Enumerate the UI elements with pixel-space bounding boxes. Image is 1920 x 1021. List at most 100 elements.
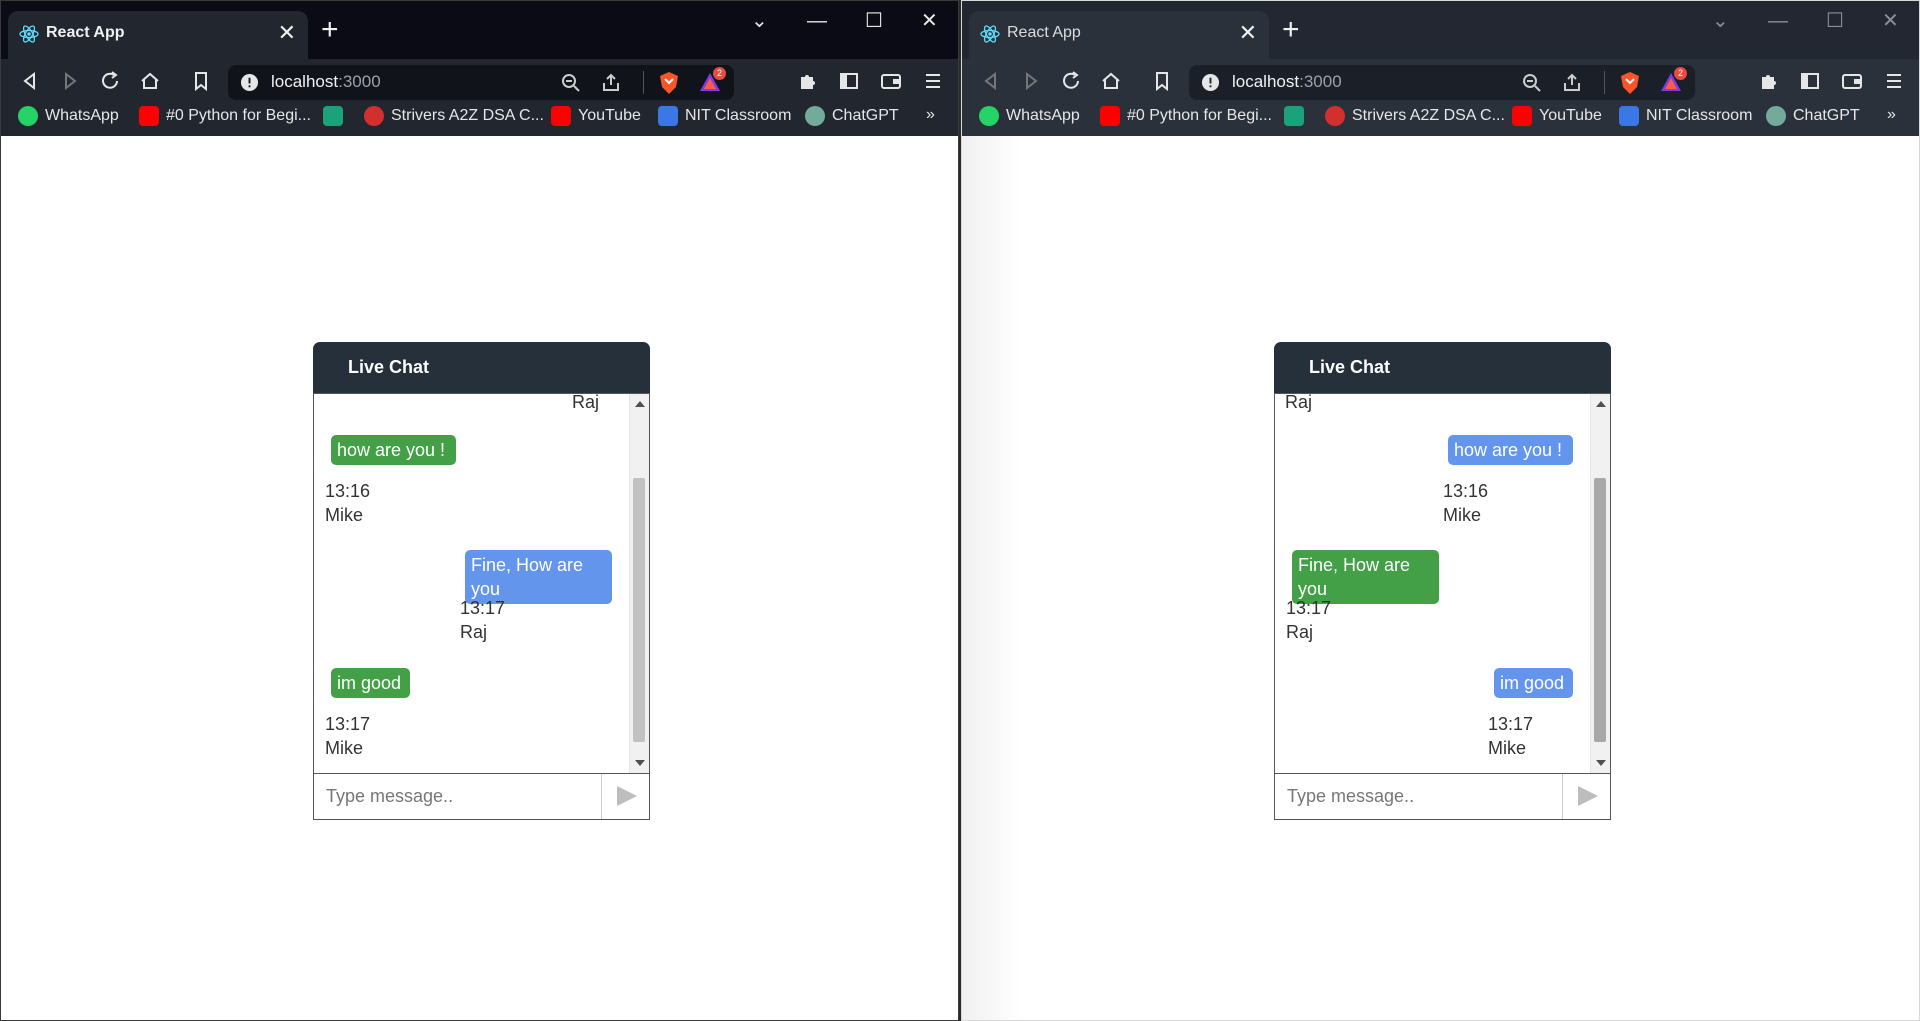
bookmark-whatsapp[interactable]: WhatsApp (18, 106, 119, 126)
brave-shields-icon[interactable] (1619, 71, 1641, 95)
scroll-down-icon[interactable] (1596, 760, 1606, 766)
message-input[interactable] (314, 774, 602, 819)
back-icon[interactable] (18, 69, 42, 93)
bookmarks-overflow-button[interactable]: » (1887, 106, 1896, 124)
menu-icon[interactable] (921, 69, 945, 93)
tab-search-chevron-icon[interactable]: ⌄ (751, 11, 768, 31)
site-info-icon[interactable] (1201, 73, 1220, 92)
send-icon[interactable] (617, 786, 637, 806)
bookmark-label: Strivers A2Z DSA C... (1352, 107, 1505, 125)
close-tab-icon[interactable]: ✕ (1239, 21, 1257, 45)
bookmark-nit-classroom[interactable]: NIT Classroom (1619, 106, 1752, 126)
extensions-icon[interactable] (1757, 69, 1781, 93)
tab-search-chevron-icon[interactable]: ⌄ (1712, 11, 1729, 31)
chatgpt-icon (805, 106, 825, 126)
chatgpt-icon (1766, 106, 1786, 126)
wallet-icon[interactable] (879, 69, 903, 93)
bookmarks-overflow-button[interactable]: » (926, 106, 935, 124)
message-sender: Raj (1286, 622, 1314, 642)
bookmark-extension[interactable] (1284, 106, 1311, 126)
bookmark-icon[interactable] (189, 69, 213, 93)
tab-react-app[interactable]: React App ✕ (969, 11, 1269, 59)
zoom-icon[interactable] (1522, 73, 1542, 93)
address-bar[interactable]: localhost:3000 2 (228, 65, 734, 100)
bookmark-label: WhatsApp (45, 107, 119, 125)
new-tab-button[interactable]: + (321, 15, 339, 45)
bookmark-youtube[interactable]: YouTube (551, 106, 641, 126)
minimize-button[interactable]: — (1768, 11, 1788, 31)
bookmark-label: YouTube (1539, 107, 1602, 125)
scrollbar-thumb[interactable] (1594, 478, 1606, 742)
live-chat-widget: Live Chat Raj how are you ! 13:16 Mike F… (1274, 342, 1611, 820)
reload-icon[interactable] (98, 69, 122, 93)
bookmark-youtube[interactable]: YouTube (1512, 106, 1602, 126)
message-sender: Raj (1285, 393, 1313, 412)
send-icon[interactable] (1578, 786, 1598, 806)
share-icon[interactable] (1562, 73, 1582, 93)
bookmark-label: ChatGPT (832, 107, 899, 125)
bookmark-label: #0 Python for Begi... (166, 107, 311, 125)
bookmark-icon[interactable] (1150, 69, 1174, 93)
bookmark-strivers[interactable]: Strivers A2Z DSA C... (364, 106, 544, 126)
back-icon[interactable] (979, 69, 1003, 93)
bookmark-label: WhatsApp (1006, 107, 1080, 125)
scroll-down-icon[interactable] (635, 760, 645, 766)
message-sender: Mike (1488, 738, 1527, 758)
minimize-button[interactable]: — (807, 11, 827, 31)
close-window-button[interactable]: ✕ (921, 11, 938, 31)
scroll-up-icon[interactable] (1596, 401, 1606, 407)
message-sender: Raj (572, 393, 600, 412)
sidebar-icon[interactable] (1798, 69, 1822, 93)
tuf-icon (364, 106, 384, 126)
site-info-icon[interactable] (240, 73, 259, 92)
chat-messages[interactable]: Raj how are you ! 13:16 Mike Fine, How a… (1274, 393, 1611, 773)
bookmark-label: NIT Classroom (685, 107, 792, 125)
home-icon[interactable] (1099, 69, 1123, 93)
bookmark-chatgpt[interactable]: ChatGPT (805, 106, 899, 126)
address-bar[interactable]: localhost:3000 2 (1189, 65, 1695, 100)
close-window-button[interactable]: ✕ (1882, 11, 1899, 31)
message-bubble: im good (331, 668, 410, 698)
message-sender: Mike (325, 505, 364, 525)
maximize-button[interactable]: ☐ (1826, 11, 1844, 31)
new-tab-button[interactable]: + (1282, 15, 1300, 45)
url-text: localhost:3000 (271, 72, 381, 92)
maximize-button[interactable]: ☐ (865, 11, 883, 31)
home-icon[interactable] (138, 69, 162, 93)
chat-messages[interactable]: Raj how are you ! 13:16 Mike Fine, How a… (313, 393, 650, 773)
bookmark-extension[interactable] (323, 106, 350, 126)
omnibox-divider (643, 71, 644, 94)
forward-icon[interactable] (1019, 69, 1043, 93)
rewards-badge: 2 (713, 67, 726, 80)
bookmark-chatgpt[interactable]: ChatGPT (1766, 106, 1860, 126)
bookmark-python[interactable]: #0 Python for Begi... (139, 106, 311, 126)
extensions-icon[interactable] (796, 69, 820, 93)
scrollbar-thumb[interactable] (633, 478, 645, 742)
chat-scrollbar[interactable] (629, 394, 649, 773)
bookmark-strivers[interactable]: Strivers A2Z DSA C... (1325, 106, 1505, 126)
message-input[interactable] (1275, 774, 1563, 819)
live-chat-widget: Live Chat Raj how are you ! 13:16 Mike F… (313, 342, 650, 820)
brave-shields-icon[interactable] (658, 71, 680, 95)
bookmark-label: ChatGPT (1793, 107, 1860, 125)
tab-react-app[interactable]: React App ✕ (8, 11, 308, 59)
menu-icon[interactable] (1882, 69, 1906, 93)
chat-header: Live Chat (313, 342, 650, 393)
zoom-icon[interactable] (561, 73, 581, 93)
forward-icon[interactable] (58, 69, 82, 93)
bookmark-nit-classroom[interactable]: NIT Classroom (658, 106, 791, 126)
share-icon[interactable] (601, 73, 621, 93)
bookmark-label: NIT Classroom (1646, 107, 1753, 125)
tuf-icon (1325, 106, 1345, 126)
browser-window-left: React App ✕ + ⌄ — ☐ ✕ localhost:3000 2 W… (0, 0, 959, 1021)
chat-header: Live Chat (1274, 342, 1611, 393)
chat-scrollbar[interactable] (1590, 394, 1610, 773)
bookmark-python[interactable]: #0 Python for Begi... (1100, 106, 1272, 126)
bookmark-whatsapp[interactable]: WhatsApp (979, 106, 1080, 126)
wallet-icon[interactable] (1840, 69, 1864, 93)
sidebar-icon[interactable] (837, 69, 861, 93)
chat-input-bar (313, 773, 650, 820)
scroll-up-icon[interactable] (635, 401, 645, 407)
reload-icon[interactable] (1059, 69, 1083, 93)
close-tab-icon[interactable]: ✕ (278, 21, 296, 45)
